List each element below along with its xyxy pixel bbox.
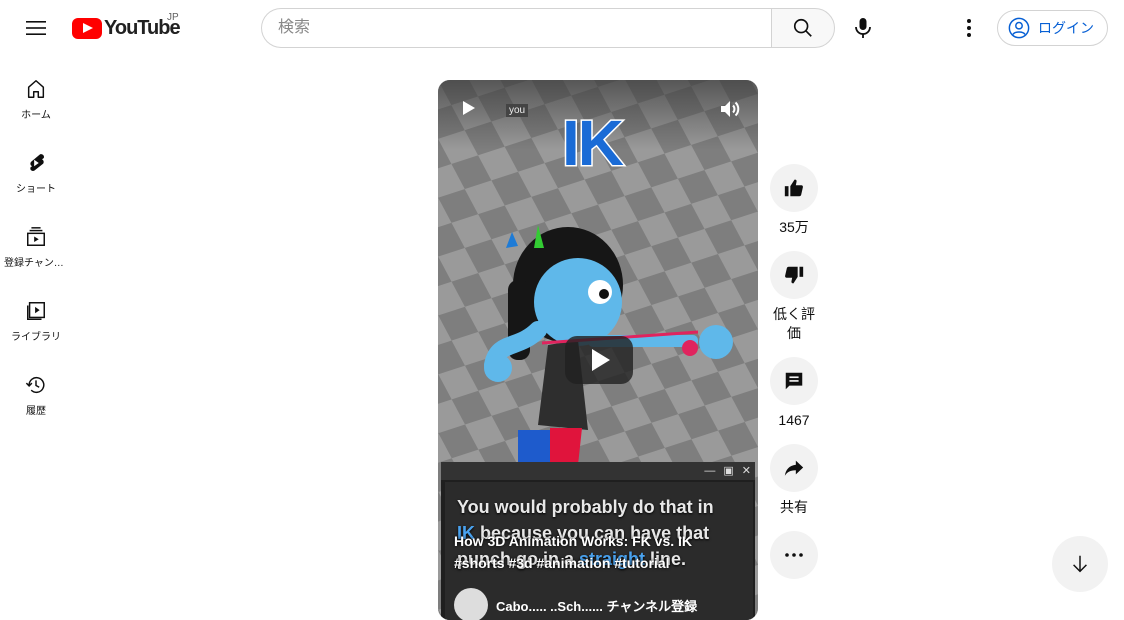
- sidebar-item-home[interactable]: ホーム: [0, 56, 72, 130]
- share-label: 共有: [780, 499, 808, 515]
- history-icon: [25, 376, 45, 393]
- sidebar-item-subscriptions[interactable]: 登録チャンネル: [0, 204, 72, 278]
- sidebar-item-history[interactable]: 履歴: [0, 352, 72, 426]
- close-icon[interactable]: ✕: [742, 465, 751, 477]
- comments-button[interactable]: [770, 357, 818, 405]
- comment-action: 1467: [770, 357, 818, 430]
- search-input[interactable]: [261, 8, 772, 48]
- shorts-video-player[interactable]: you IK — ▣ ✕ You would probably do that …: [438, 80, 758, 620]
- sidebar-item-label: ライブラリ: [11, 332, 61, 343]
- voice-search-button[interactable]: [845, 10, 881, 46]
- sidebar-item-shorts[interactable]: ショート: [0, 130, 72, 204]
- comment-icon: [785, 372, 803, 390]
- sidebar-item-label: 登録チャンネル: [4, 258, 68, 269]
- maximize-icon[interactable]: ▣: [723, 465, 733, 477]
- video-title[interactable]: How 3D Animation Works: FK vs. IK #short…: [454, 530, 744, 574]
- thumbs-up-icon: [784, 179, 803, 197]
- channel-text: Cabo..... ..Sch...... チャンネル登録: [496, 598, 698, 614]
- mini-guide: ホーム ショート 登録チャンネル ライブラリ 履歴: [0, 56, 72, 426]
- large-play-button[interactable]: [565, 336, 633, 384]
- subscriptions-icon: [27, 227, 45, 246]
- reel-action-bar: 35万 低く評価 1467 共有: [770, 164, 818, 593]
- thumbs-down-icon: [785, 266, 804, 284]
- masthead: YouTube JP ログイン: [0, 0, 1124, 56]
- pip-titlebar: — ▣ ✕: [441, 462, 755, 480]
- sidebar-item-label: 履歴: [26, 406, 46, 417]
- youtube-logo[interactable]: YouTube: [72, 16, 181, 40]
- youtube-play-icon: [72, 17, 102, 39]
- dislike-button[interactable]: [770, 251, 818, 299]
- channel-row[interactable]: Cabo..... ..Sch...... チャンネル登録: [454, 588, 697, 620]
- guide-menu-button[interactable]: [20, 12, 52, 44]
- like-action: 35万: [770, 164, 818, 237]
- share-action: 共有: [770, 444, 818, 517]
- microphone-icon: [855, 18, 871, 38]
- sidebar-item-label: ホーム: [21, 110, 51, 121]
- more-horiz-icon: [785, 553, 803, 557]
- account-circle-icon: [1008, 17, 1030, 39]
- library-icon: [27, 302, 45, 320]
- settings-more-button[interactable]: [953, 12, 985, 44]
- region-code: JP: [167, 12, 179, 23]
- arrow-down-icon: [1073, 555, 1087, 573]
- share-icon: [784, 460, 804, 476]
- search-icon: [793, 18, 812, 37]
- minimize-icon[interactable]: —: [704, 465, 715, 477]
- dislike-action: 低く評価: [770, 251, 818, 343]
- home-icon: [27, 80, 45, 98]
- like-button[interactable]: [770, 164, 818, 212]
- caption-line-1: You would probably do that in: [457, 497, 714, 517]
- share-button[interactable]: [770, 444, 818, 492]
- more-action: [770, 531, 818, 579]
- sign-in-button[interactable]: ログイン: [997, 10, 1108, 46]
- sidebar-item-label: ショート: [16, 184, 56, 195]
- hamburger-menu-icon: [26, 21, 46, 35]
- sidebar-item-library[interactable]: ライブラリ: [0, 278, 72, 352]
- volume-icon[interactable]: [718, 97, 742, 121]
- video-ik-label: IK: [561, 106, 626, 181]
- next-video-button[interactable]: [1052, 536, 1108, 592]
- sign-in-label: ログイン: [1038, 20, 1094, 36]
- play-icon[interactable]: [458, 98, 478, 118]
- channel-avatar[interactable]: [454, 588, 488, 620]
- shorts-icon: [30, 154, 44, 171]
- comment-count: 1467: [778, 412, 810, 428]
- like-count: 35万: [779, 219, 809, 235]
- video-overlay-tag: you: [506, 104, 529, 117]
- search-box: [261, 8, 835, 48]
- more-vert-icon: [967, 19, 971, 37]
- dislike-label: 低く評価: [773, 306, 815, 341]
- search-button[interactable]: [771, 8, 835, 48]
- more-actions-button[interactable]: [770, 531, 818, 579]
